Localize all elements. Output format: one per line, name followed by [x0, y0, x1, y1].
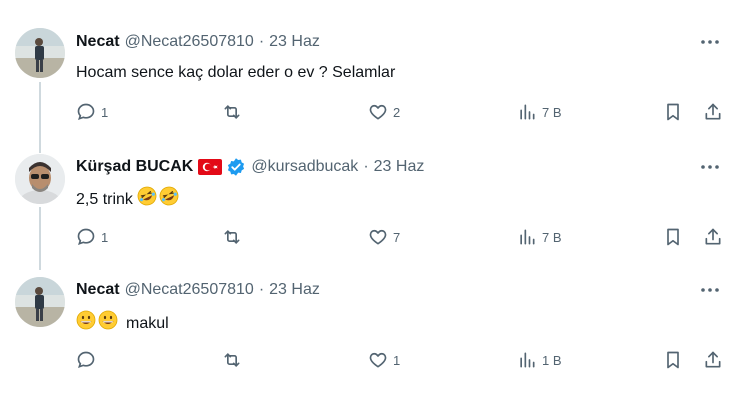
rolling-laughing-emoji — [159, 186, 179, 213]
bookmark-icon — [667, 228, 679, 246]
retweet-button[interactable] — [221, 97, 248, 127]
tweet-header: Necat @Necat26507810 · 23 Haz — [76, 32, 320, 52]
action-bar: 1 1 B — [66, 345, 730, 375]
display-name[interactable]: Necat — [76, 280, 120, 300]
turkey-flag-icon — [198, 159, 223, 175]
like-count: 2 — [393, 104, 401, 120]
views-count: 7 B — [542, 104, 562, 120]
more-icon[interactable] — [698, 280, 722, 300]
tweet-2[interactable]: Kürşad BUCAK @kursadbucak · 23 Haz 2,5 t… — [0, 140, 730, 270]
reply-button[interactable]: 1 — [76, 222, 108, 252]
reply-icon — [77, 228, 95, 245]
reply-count: 1 — [101, 104, 109, 120]
heart-icon — [369, 104, 387, 120]
views-count: 1 B — [542, 352, 562, 368]
user-handle[interactable]: @Necat26507810 — [125, 280, 254, 300]
bookmark-icon — [667, 351, 679, 369]
like-count: 7 — [393, 229, 401, 245]
tweet-header: Necat @Necat26507810 · 23 Haz — [76, 280, 320, 300]
tweet-text: makul — [76, 310, 169, 337]
share-icon — [705, 351, 721, 368]
reply-count: 1 — [101, 229, 109, 245]
separator: · — [258, 281, 265, 298]
retweet-icon — [224, 353, 240, 367]
retweet-button[interactable] — [221, 345, 248, 375]
avatar[interactable] — [15, 154, 65, 204]
tweet-header: Kürşad BUCAK @kursadbucak · 23 Haz — [76, 157, 424, 177]
verified-badge-icon[interactable] — [226, 157, 246, 177]
like-count: 1 — [393, 352, 401, 368]
reply-button[interactable] — [76, 345, 101, 375]
grinning-face-emoji — [98, 310, 118, 337]
tweet-date[interactable]: 23 Haz — [374, 157, 425, 177]
views-icon — [520, 104, 535, 120]
share-button[interactable] — [703, 222, 723, 252]
retweet-icon — [224, 230, 240, 244]
like-button[interactable]: 7 — [368, 222, 400, 252]
views-button[interactable]: 7 B — [517, 97, 562, 127]
avatar[interactable] — [15, 277, 65, 327]
retweet-button[interactable] — [221, 222, 248, 252]
like-button[interactable]: 1 — [368, 345, 400, 375]
views-count: 7 B — [542, 229, 562, 245]
like-button[interactable]: 2 — [368, 97, 400, 127]
tweet-date[interactable]: 23 Haz — [269, 280, 320, 300]
bookmark-button[interactable] — [664, 345, 682, 375]
tweet-text-content: 2,5 trink — [76, 190, 133, 208]
thread-line — [39, 207, 41, 270]
tweet-date[interactable]: 23 Haz — [269, 32, 320, 52]
grinning-face-emoji — [76, 310, 96, 337]
action-bar: 1 7 7 B — [66, 222, 730, 252]
tweet-text-content: Hocam sence kaç dolar eder o ev ? Selaml… — [76, 64, 396, 81]
tweet-3[interactable]: Necat @Necat26507810 · 23 Haz makul 1 1 … — [0, 270, 730, 420]
more-icon[interactable] — [698, 32, 722, 52]
reply-icon — [77, 103, 95, 120]
retweet-icon — [224, 105, 240, 119]
more-icon[interactable] — [698, 157, 722, 177]
heart-icon — [369, 229, 387, 245]
action-bar: 1 2 7 B — [66, 97, 730, 127]
thread-line — [39, 140, 41, 153]
tweet-text: Hocam sence kaç dolar eder o ev ? Selaml… — [76, 62, 395, 84]
separator: · — [258, 33, 265, 50]
share-button[interactable] — [703, 345, 723, 375]
views-button[interactable]: 7 B — [517, 222, 562, 252]
views-icon — [520, 229, 535, 245]
bookmark-button[interactable] — [664, 222, 682, 252]
separator: · — [363, 158, 369, 175]
thread-line — [39, 82, 41, 140]
bookmark-button[interactable] — [664, 97, 682, 127]
heart-icon — [369, 352, 387, 368]
reply-button[interactable]: 1 — [76, 97, 108, 127]
user-handle[interactable]: @kursadbucak — [251, 157, 358, 177]
rolling-laughing-emoji — [137, 186, 157, 213]
display-name[interactable]: Necat — [76, 32, 120, 52]
user-handle[interactable]: @Necat26507810 — [125, 32, 254, 52]
views-icon — [520, 352, 535, 368]
share-icon — [705, 228, 721, 245]
display-name[interactable]: Kürşad BUCAK — [76, 157, 193, 177]
reply-icon — [77, 351, 95, 368]
share-icon — [705, 103, 721, 120]
tweet-text-content: makul — [126, 314, 169, 332]
tweet-text: 2,5 trink — [76, 186, 181, 213]
share-button[interactable] — [703, 97, 723, 127]
avatar[interactable] — [15, 28, 65, 78]
tweet-1[interactable]: Necat @Necat26507810 · 23 Haz Hocam senc… — [0, 0, 730, 140]
bookmark-icon — [667, 103, 679, 121]
views-button[interactable]: 1 B — [517, 345, 562, 375]
